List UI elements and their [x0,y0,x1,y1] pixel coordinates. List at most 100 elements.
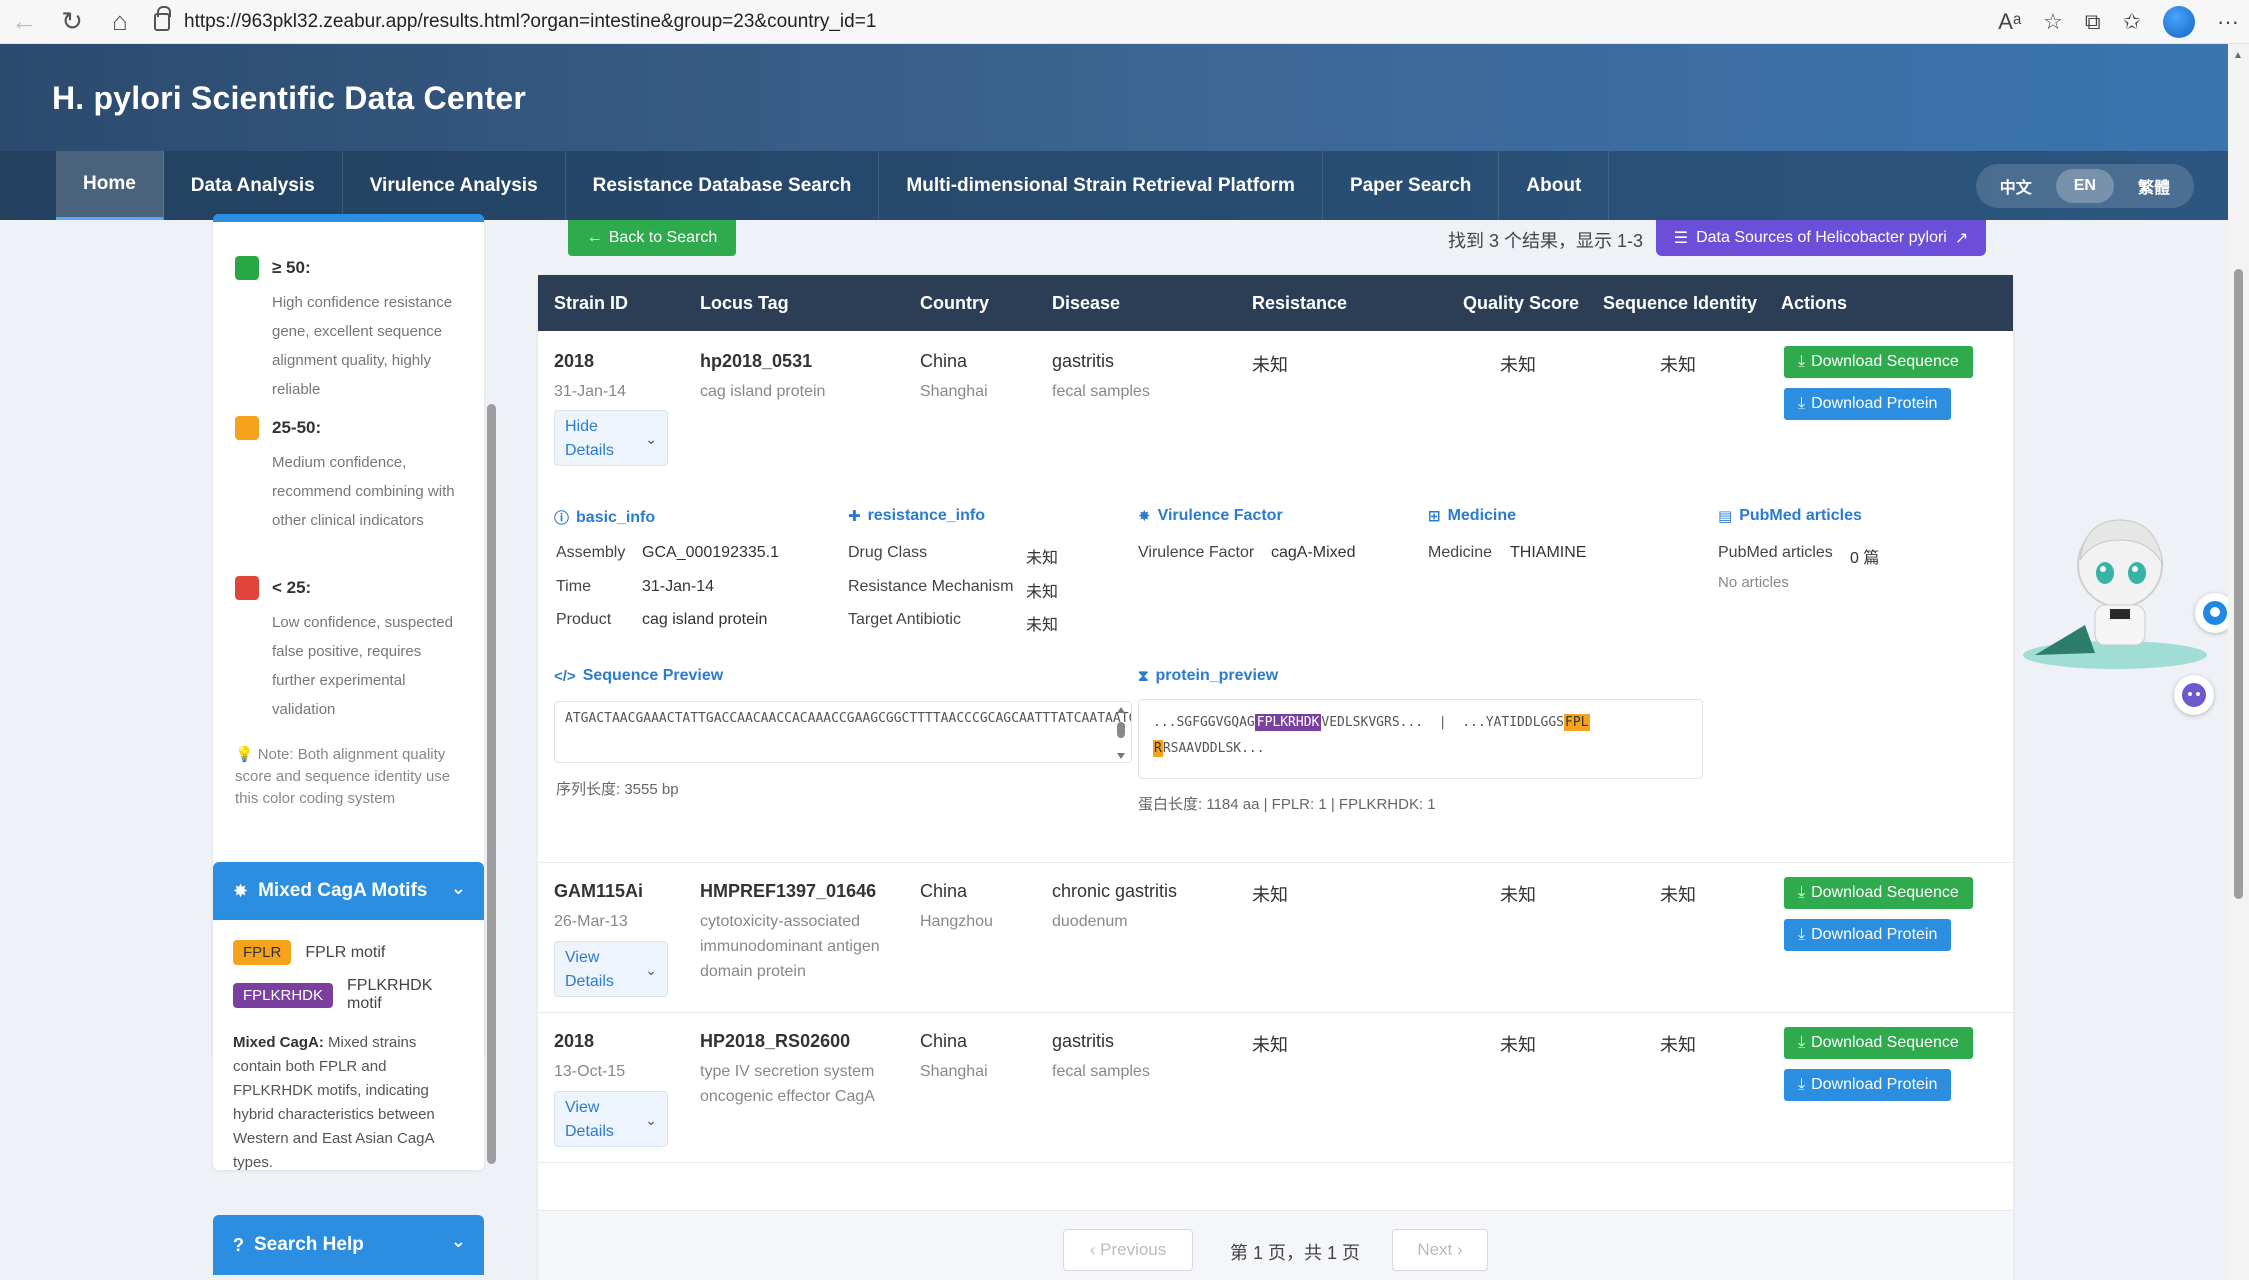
download-sequence-button[interactable]: ⤓ Download Sequence [1784,346,1973,378]
city: Shanghai [920,383,988,400]
motifs-desc-bold: Mixed CagA: [233,1034,324,1051]
city: Hangzhou [920,913,993,930]
view-details-toggle[interactable]: View Details ⌄ [554,1091,668,1147]
search-help-panel-header[interactable]: ? Search Help ⌄ [213,1215,484,1275]
col-locus-tag: Locus Tag [700,293,789,313]
lang-zh-cn[interactable]: 中文 [1982,169,2050,203]
lang-en[interactable]: EN [2055,169,2114,203]
sequence-identity: 未知 [1660,1035,1696,1055]
sidebar-scrollbar[interactable] [487,404,496,1164]
fplr-label: FPLR motif [305,943,386,961]
main-nav: Home Data Analysis Virulence Analysis Re… [0,151,2228,220]
download-protein-button[interactable]: ⤓ Download Protein [1784,1069,1952,1101]
strain-id: 2018 [554,1031,595,1051]
assembly-value: GCA_000192335.1 [642,544,779,561]
address-bar[interactable]: https://963pkl32.zeabur.app/results.html… [146,4,2026,40]
view-details-toggle[interactable]: View Details ⌄ [554,941,668,997]
previous-page-button[interactable]: ‹ Previous [1063,1229,1193,1271]
sequence-preview-title: </> Sequence Preview [554,667,723,685]
legend-low-title: < 25: [272,578,312,597]
nav-strain-retrieval[interactable]: Multi-dimensional Strain Retrieval Platf… [879,151,1323,220]
nav-resistance-search[interactable]: Resistance Database Search [566,151,880,220]
reload-icon[interactable]: ↻ [48,0,96,44]
legend-card-topbar [213,214,484,222]
back-to-search-button[interactable]: ← Back to Search [568,220,736,256]
green-swatch [235,256,259,280]
assistant-mascot-image[interactable] [2015,505,2215,675]
col-strain-id: Strain ID [554,293,629,313]
lang-zh-tw[interactable]: 繁體 [2120,169,2188,203]
pills-icon: ✚ [848,508,861,525]
resistance-mechanism-label: Resistance Mechanism [848,578,1014,595]
quality-score: 未知 [1500,1035,1536,1055]
page-scrollbar[interactable]: ▲ [2228,44,2249,1280]
resistance-mechanism-value: 未知 [1026,584,1059,601]
protein-preview-title-text: protein_preview [1155,667,1279,684]
product-label: Product [556,611,612,628]
table-header: Strain ID Locus Tag Country Disease Resi… [538,275,2013,331]
chevron-down-icon: ⌄ [450,1231,466,1251]
fplkrhdk-highlight: FPLKRHDK [1254,714,1322,731]
nav-data-analysis[interactable]: Data Analysis [164,151,343,220]
assistant-face-icon[interactable] [2174,675,2214,715]
locus-tag: HP2018_RS02600 [700,1031,851,1051]
site-title: H. pylori Scientific Data Center [52,80,527,116]
legend-note: 💡 Note: Both alignment quality score and … [235,744,475,810]
download-sequence-button[interactable]: ⤓ Download Sequence [1784,1027,1973,1059]
sequence-preview-box[interactable]: ATGACTAACGAAACTATTGACCAACAACCACAAACCGAAG… [554,701,1132,763]
data-sources-button[interactable]: ☰ Data Sources of Helicobacter pylori ↗ [1656,220,1986,256]
toggle-label: View Details [565,949,614,990]
download-sequence-label: Download Sequence [1811,884,1959,901]
fplkrhdk-label: FPLKRHDK motif [347,977,433,1012]
quality-score: 未知 [1500,355,1536,375]
col-disease: Disease [1052,293,1121,313]
drug-class-value: 未知 [1026,550,1059,567]
back-arrow-icon[interactable]: ← [0,0,48,44]
data-sources-label: Data Sources of Helicobacter pylori [1696,229,1947,246]
table-row: 2018 31-Jan-14 Hide Details ⌄ hp2018_053… [538,331,2013,863]
read-aloud-icon[interactable]: Aᵃ [1998,9,2021,35]
legend-high-title: ≥ 50: [272,258,311,277]
back-to-search-label: Back to Search [608,229,718,246]
protein-seq-a: ...SGFGGVGQAG [1153,715,1255,730]
virus-icon: ✸ [1138,508,1151,525]
quality-score: 未知 [1500,885,1536,905]
download-protein-button[interactable]: ⤓ Download Protein [1784,919,1952,951]
more-menu-icon[interactable]: ··· [2217,9,2239,35]
no-articles-text: No articles [1718,574,1789,591]
favorites-list-icon[interactable]: ✩ [2123,9,2141,35]
profile-avatar[interactable] [2163,6,2196,38]
sample-type: fecal samples [1052,383,1150,400]
sequence-scrollbar[interactable] [1115,706,1127,760]
download-sequence-button[interactable]: ⤓ Download Sequence [1784,877,1973,909]
strain-date: 13-Oct-15 [554,1063,626,1080]
target-antibiotic-value: 未知 [1026,617,1059,634]
home-icon[interactable]: ⌂ [96,0,144,44]
target-antibiotic-label: Target Antibiotic [848,611,961,628]
scroll-up-arrow-icon[interactable]: ▲ [2233,50,2243,61]
next-page-button[interactable]: Next › [1392,1229,1488,1271]
external-link-icon: ↗ [1954,230,1969,247]
page-scrollbar-thumb[interactable] [2234,269,2243,899]
pubmed-count: 0 篇 [1850,550,1880,567]
time-value: 31-Jan-14 [642,578,715,595]
extensions-icon[interactable]: ⧉ [2085,9,2101,35]
download-protein-button[interactable]: ⤓ Download Protein [1784,388,1952,420]
sequence-identity: 未知 [1660,355,1696,375]
pubmed-label: PubMed articles [1718,544,1833,561]
hide-details-toggle[interactable]: Hide Details ⌄ [554,410,668,466]
browser-toolbar: ← ↻ ⌂ https://963pkl32.zeabur.app/result… [0,0,2249,44]
nav-about[interactable]: About [1499,151,1610,220]
protein-seq-c: RSAAVDDLSK... [1162,741,1265,756]
medicine-label: Medicine [1428,544,1493,561]
disease: gastritis [1052,1031,1115,1051]
info-circle-icon: ⓘ [554,510,570,527]
nav-home[interactable]: Home [56,151,164,220]
code-icon: </> [554,667,576,685]
download-sequence-label: Download Sequence [1811,353,1959,370]
download-protein-label: Download Protein [1811,395,1938,412]
nav-paper-search[interactable]: Paper Search [1323,151,1500,220]
favorite-star-icon[interactable]: ☆ [2043,9,2063,35]
motifs-panel-header[interactable]: ✸ Mixed CagA Motifs ⌄ [213,862,484,920]
nav-virulence-analysis[interactable]: Virulence Analysis [343,151,566,220]
